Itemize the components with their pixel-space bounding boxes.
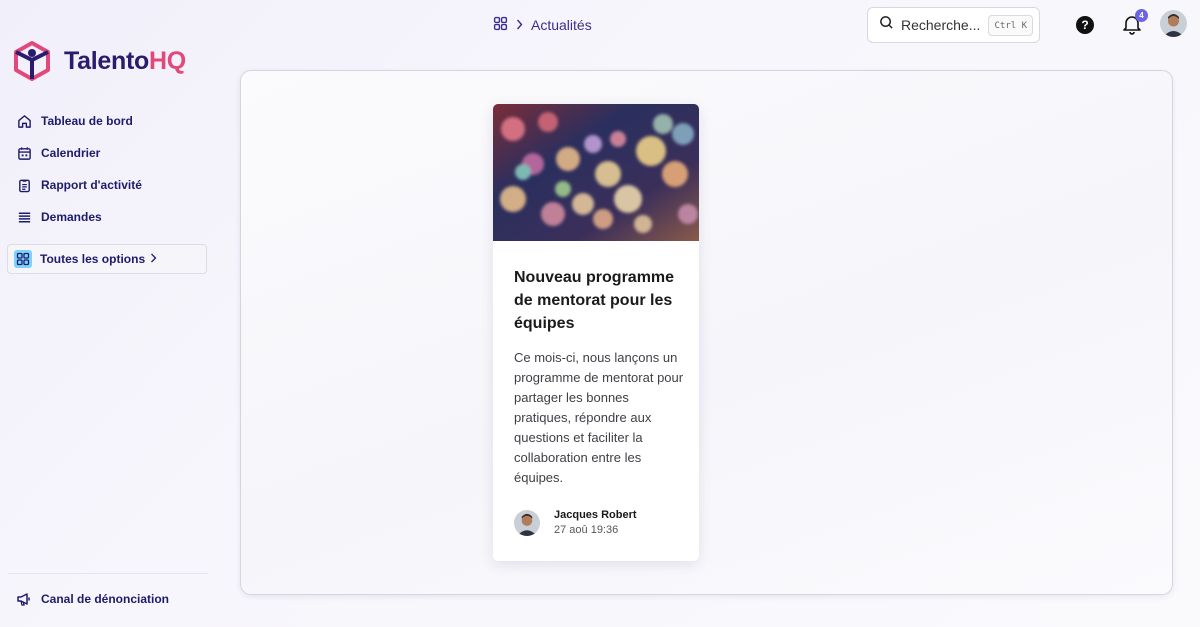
author-avatar — [514, 509, 540, 536]
sidebar-item-activity-report[interactable]: Rapport d'activité — [8, 169, 208, 201]
news-card-title: Nouveau programme de mentorat pour les é… — [514, 269, 675, 332]
sidebar-item-all-options[interactable]: Toutes les options — [7, 244, 207, 274]
sidebar-item-label: Tableau de bord — [41, 114, 133, 128]
news-panel: Nouveau programme de mentorat pour les é… — [240, 70, 1173, 595]
post-date: 27 aoû 19:36 — [554, 524, 619, 536]
search-placeholder: Recherche... — [901, 17, 981, 33]
breadcrumb: Actualités — [493, 16, 592, 34]
sidebar-item-label: Calendrier — [41, 146, 101, 160]
news-card-image — [493, 104, 699, 241]
news-card[interactable]: Nouveau programme de mentorat pour les é… — [493, 104, 699, 561]
keyboard-shortcut: Ctrl K — [988, 15, 1033, 36]
list-icon — [16, 209, 32, 225]
help-icon[interactable]: ? — [1076, 16, 1094, 34]
search-icon — [879, 15, 894, 35]
author-name: Jacques Robert — [554, 509, 637, 521]
home-icon — [16, 113, 32, 129]
user-avatar[interactable] — [1160, 10, 1187, 37]
news-card-author: Jacques Robert 27 aoû 19:36 — [514, 509, 637, 536]
breadcrumb-current[interactable]: Actualités — [531, 17, 592, 33]
clipboard-icon — [16, 177, 32, 193]
sidebar-item-label: Demandes — [41, 210, 102, 224]
sidebar-item-whistleblowing[interactable]: Canal de dénonciation — [8, 583, 169, 615]
sidebar-item-label: Rapport d'activité — [41, 178, 142, 192]
sidebar-item-dashboard[interactable]: Tableau de bord — [8, 105, 208, 137]
apps-grid-icon[interactable] — [493, 16, 508, 34]
grid-icon — [14, 250, 32, 268]
sidebar-item-label: Toutes les options — [40, 252, 146, 266]
sidebar-nav: Tableau de bord Calendrier Rapport d'act… — [8, 105, 208, 233]
sidebar: TalentoHQ Tableau de bord Calendrier Rap… — [0, 0, 218, 627]
brand-name: TalentoHQ — [64, 46, 186, 75]
sidebar-divider — [8, 573, 208, 574]
sidebar-item-label: Canal de dénonciation — [41, 592, 170, 606]
sidebar-item-requests[interactable]: Demandes — [8, 201, 208, 233]
calendar-icon — [16, 145, 32, 161]
news-card-body: Ce mois-ci, nous lançons un programme de… — [514, 350, 684, 485]
logo-cube-icon — [14, 41, 50, 81]
chevron-right-icon — [150, 252, 157, 266]
search-button[interactable]: Recherche... Ctrl K — [867, 7, 1040, 43]
chevron-right-icon — [516, 18, 523, 33]
notification-badge: 4 — [1135, 9, 1148, 22]
megaphone-icon — [16, 591, 32, 607]
brand-logo[interactable]: TalentoHQ — [12, 40, 186, 82]
sidebar-item-calendar[interactable]: Calendrier — [8, 137, 208, 169]
